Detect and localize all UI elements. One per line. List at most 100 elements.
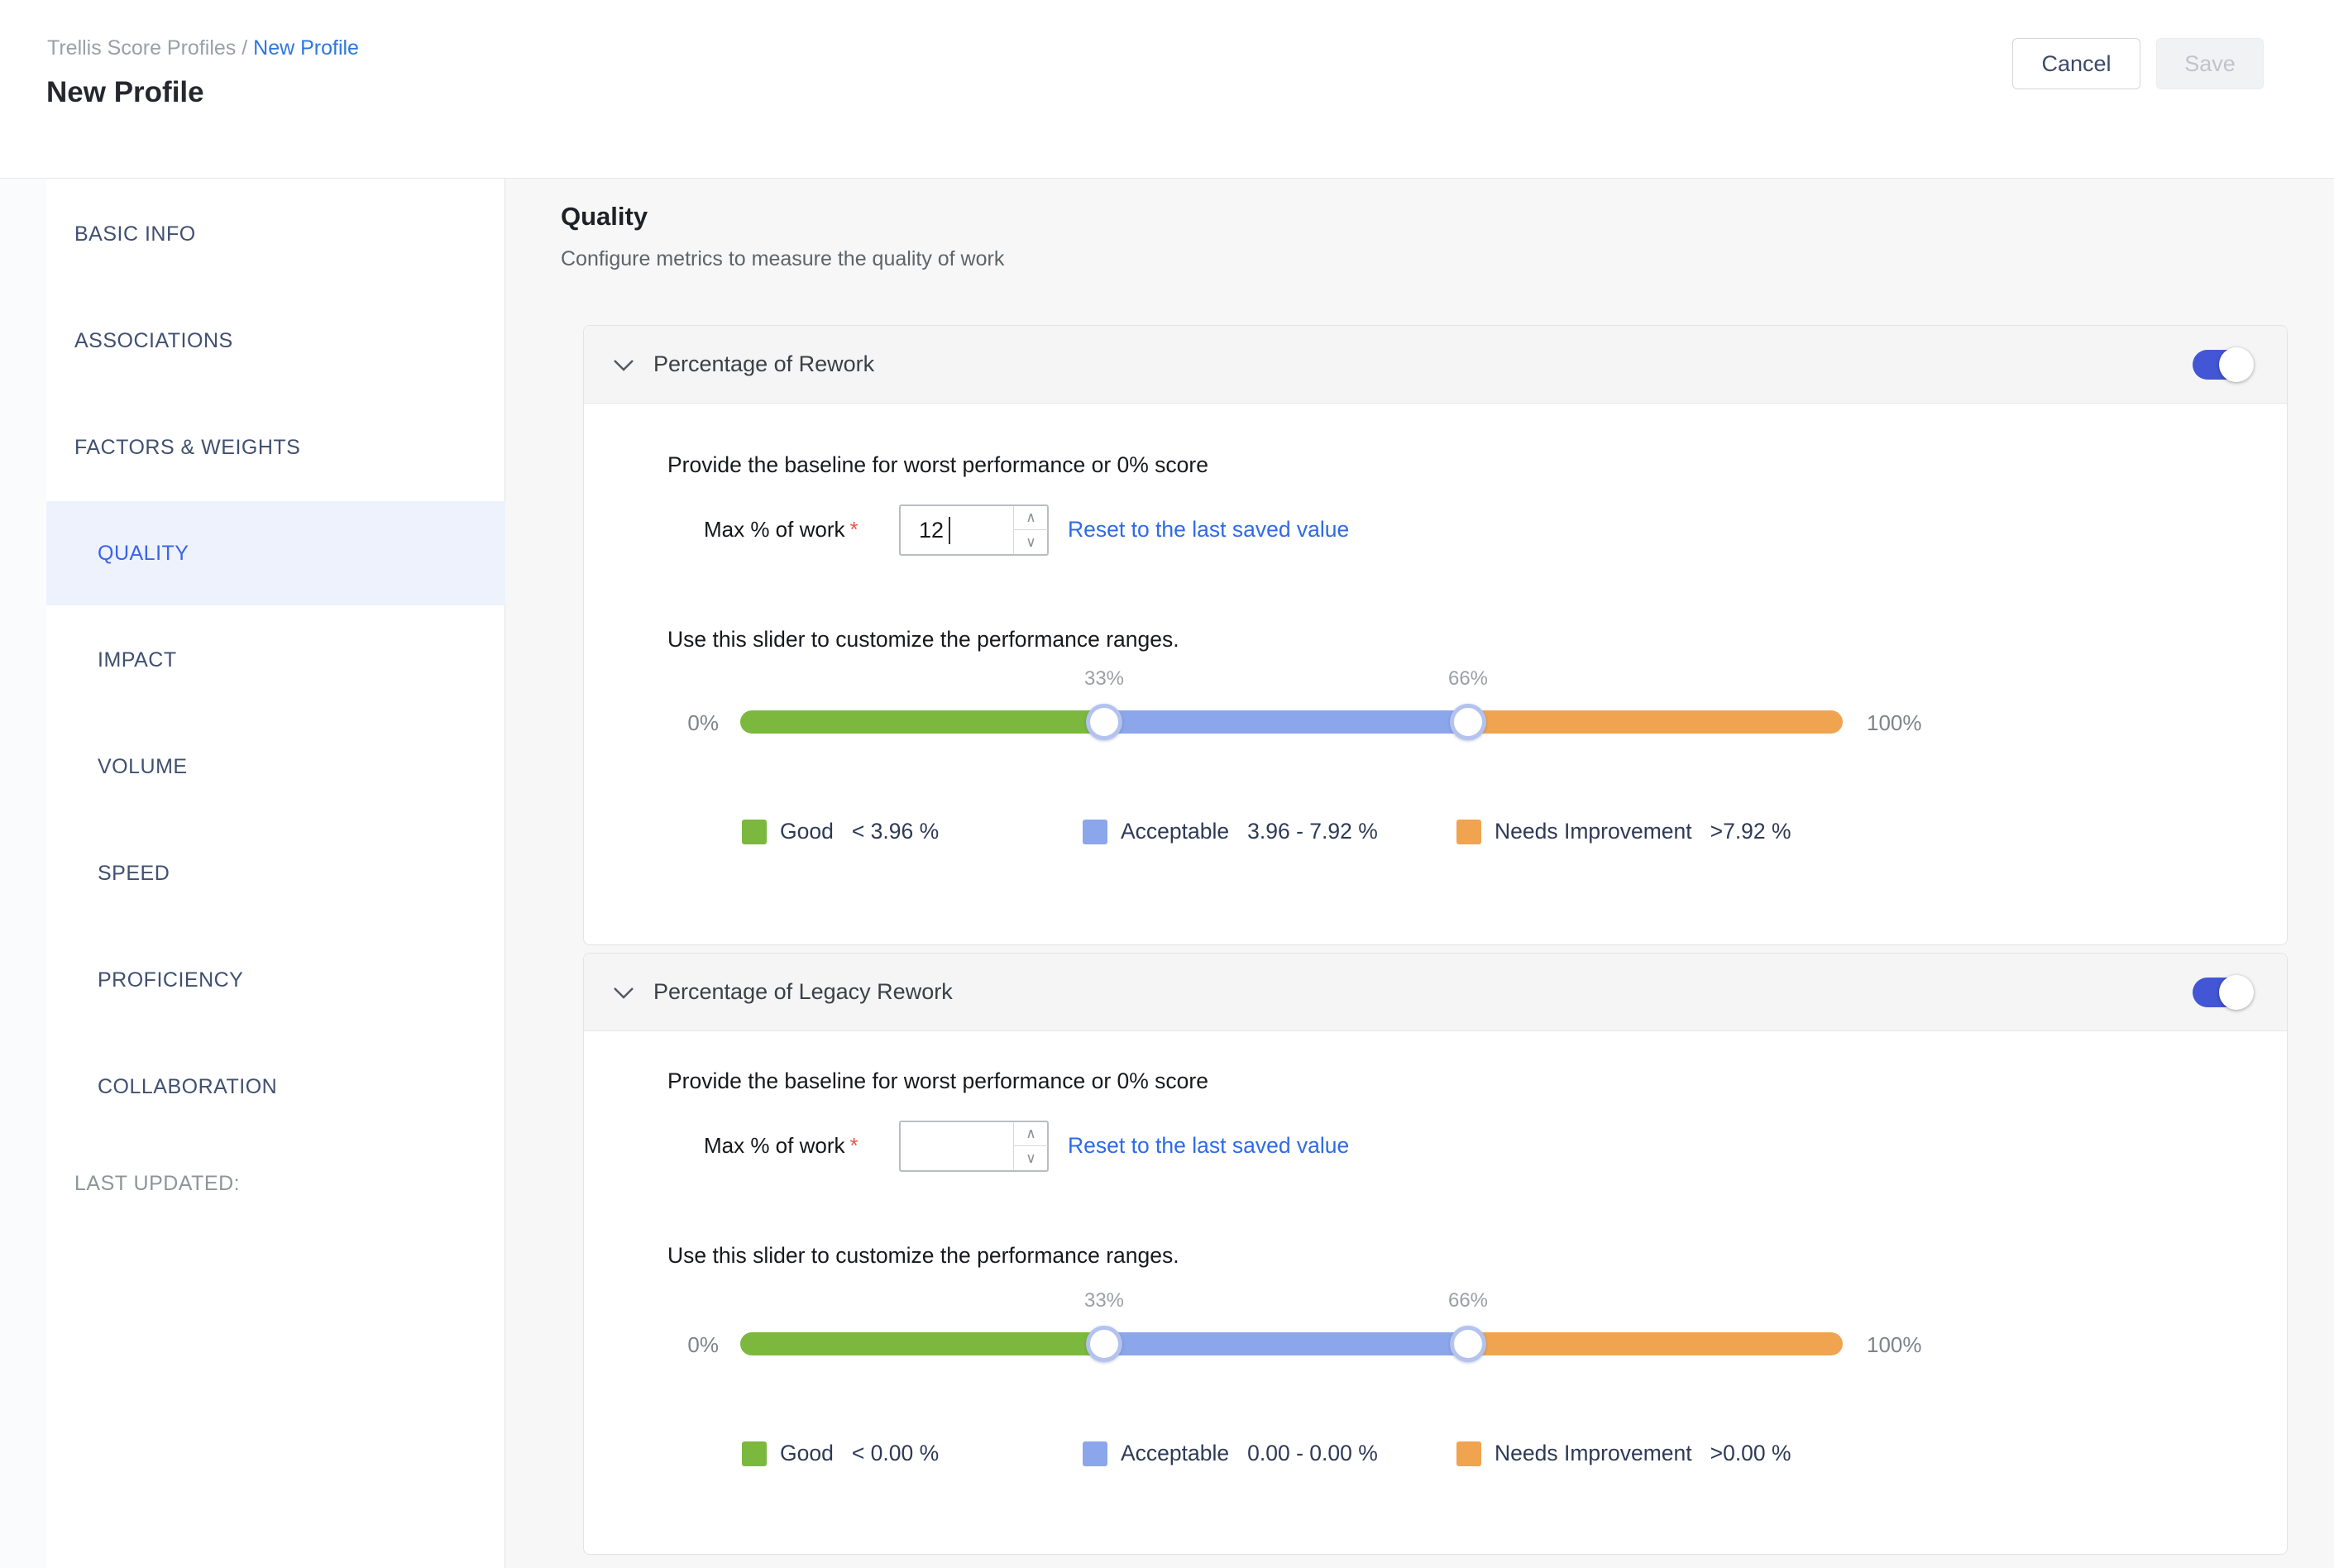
- legend-item-needs-improvement: Needs Improvement >0.00 %: [1456, 1441, 1791, 1466]
- slider-tick-66: 66%: [1418, 667, 1518, 691]
- sidebar-item-speed[interactable]: SPEED: [46, 821, 505, 925]
- slider-segment-good: [740, 710, 1104, 734]
- stepper-down-button[interactable]: ∨: [1014, 530, 1048, 554]
- enabled-toggle[interactable]: [2193, 347, 2254, 383]
- legend-range: 0.00 - 0.00 %: [1247, 1441, 1378, 1466]
- main-title: Quality: [561, 202, 648, 232]
- left-gutter: [0, 179, 46, 1568]
- section-header-legacy-rework[interactable]: Percentage of Legacy Rework: [584, 954, 2287, 1031]
- legend-range: < 0.00 %: [852, 1441, 939, 1466]
- legend-item-good: Good < 0.00 %: [742, 1441, 939, 1466]
- needs-improvement-swatch: [1456, 1441, 1481, 1466]
- breadcrumb-parent: Trellis Score Profiles /: [47, 36, 247, 60]
- slider-min-label: 0%: [673, 710, 719, 736]
- toggle-knob: [2219, 347, 2254, 382]
- top-header: Trellis Score Profiles / New Profile New…: [0, 0, 2334, 179]
- section-card-rework: Percentage of Rework Provide the baselin…: [583, 325, 2288, 945]
- stepper-down-button[interactable]: ∨: [1014, 1146, 1048, 1170]
- stepper-up-button[interactable]: ∧: [1014, 506, 1048, 530]
- slider-caption: Use this slider to customize the perform…: [667, 627, 1179, 653]
- slider-segment-needs-improvement: [1468, 710, 1843, 734]
- sidebar-item-proficiency[interactable]: PROFICIENCY: [46, 928, 505, 1032]
- slider-segment-acceptable: [1104, 710, 1468, 734]
- number-stepper: ∧ ∨: [1013, 1122, 1047, 1170]
- reset-link[interactable]: Reset to the last saved value: [1068, 517, 1349, 543]
- legend-item-acceptable: Acceptable 3.96 - 7.92 %: [1083, 819, 1378, 844]
- legend-name: Needs Improvement: [1495, 1441, 1692, 1466]
- required-asterisk: *: [850, 1133, 859, 1158]
- slider-tick-66: 66%: [1418, 1289, 1518, 1312]
- good-swatch: [742, 1441, 767, 1466]
- slider-handle-1[interactable]: [1086, 1326, 1122, 1362]
- chevron-down-icon[interactable]: [611, 983, 636, 1006]
- slider-caption: Use this slider to customize the perform…: [667, 1243, 1179, 1269]
- page-title: New Profile: [46, 76, 204, 109]
- stepper-up-button[interactable]: ∧: [1014, 1122, 1048, 1146]
- reset-link[interactable]: Reset to the last saved value: [1068, 1133, 1349, 1159]
- slider-track: [740, 710, 1843, 734]
- enabled-toggle[interactable]: [2193, 974, 2254, 1011]
- legend-name: Good: [780, 819, 834, 844]
- breadcrumb: Trellis Score Profiles / New Profile: [47, 36, 359, 60]
- legend-range: >7.92 %: [1710, 819, 1791, 844]
- slider-handle-2[interactable]: [1450, 1326, 1486, 1362]
- slider-track: [740, 1332, 1843, 1355]
- legend-name: Acceptable: [1121, 1441, 1229, 1466]
- legend-range: < 3.96 %: [852, 819, 939, 844]
- section-card-legacy-rework: Percentage of Legacy Rework Provide the …: [583, 953, 2288, 1555]
- max-percent-field: ∧ ∨: [899, 1121, 1049, 1172]
- sidebar-item-quality[interactable]: QUALITY: [46, 501, 505, 605]
- slider-max-label: 100%: [1867, 710, 1922, 736]
- chevron-down-icon[interactable]: [611, 356, 636, 378]
- legend-range: >0.00 %: [1710, 1441, 1791, 1466]
- sidebar-item-associations[interactable]: ASSOCIATIONS: [46, 289, 505, 393]
- baseline-text: Provide the baseline for worst performan…: [667, 1068, 1208, 1094]
- sidebar-item-impact[interactable]: IMPACT: [46, 608, 505, 712]
- slider-min-label: 0%: [673, 1332, 719, 1358]
- legend-item-good: Good < 3.96 %: [742, 819, 939, 844]
- slider-handle-1[interactable]: [1086, 704, 1122, 740]
- acceptable-swatch: [1083, 820, 1107, 844]
- legend-item-acceptable: Acceptable 0.00 - 0.00 %: [1083, 1441, 1378, 1466]
- section-title: Percentage of Legacy Rework: [653, 979, 953, 1005]
- last-updated-label: LAST UPDATED:: [74, 1172, 240, 1196]
- slider-segment-good: [740, 1332, 1104, 1355]
- breadcrumb-link-new-profile[interactable]: New Profile: [253, 36, 359, 60]
- sidebar: BASIC INFO ASSOCIATIONS FACTORS & WEIGHT…: [46, 179, 505, 1568]
- section-header-rework[interactable]: Percentage of Rework: [584, 326, 2287, 404]
- required-asterisk: *: [850, 517, 859, 542]
- field-label-text: Max % of work: [704, 517, 845, 542]
- toggle-knob: [2219, 975, 2254, 1010]
- main-subtitle: Configure metrics to measure the quality…: [561, 247, 1004, 271]
- max-percent-input[interactable]: [901, 506, 1015, 554]
- text-caret: [949, 517, 950, 544]
- good-swatch: [742, 820, 767, 844]
- number-stepper: ∧ ∨: [1013, 506, 1047, 554]
- sidebar-item-volume[interactable]: VOLUME: [46, 715, 505, 819]
- sidebar-item-collaboration[interactable]: COLLABORATION: [46, 1035, 505, 1139]
- sidebar-item-basic-info[interactable]: BASIC INFO: [46, 182, 505, 286]
- field-label: Max % of work*: [704, 1133, 859, 1159]
- legend-range: 3.96 - 7.92 %: [1247, 819, 1378, 844]
- slider-tick-33: 33%: [1055, 667, 1154, 691]
- slider-segment-acceptable: [1104, 1332, 1468, 1355]
- field-label: Max % of work*: [704, 517, 859, 543]
- legend-item-needs-improvement: Needs Improvement >7.92 %: [1456, 819, 1791, 844]
- sidebar-item-factors-weights[interactable]: FACTORS & WEIGHTS: [46, 395, 505, 500]
- legend-name: Acceptable: [1121, 819, 1229, 844]
- slider-handle-2[interactable]: [1450, 704, 1486, 740]
- acceptable-swatch: [1083, 1441, 1107, 1466]
- cancel-button[interactable]: Cancel: [2012, 38, 2140, 89]
- save-button: Save: [2156, 38, 2264, 89]
- field-label-text: Max % of work: [704, 1133, 845, 1158]
- slider-segment-needs-improvement: [1468, 1332, 1843, 1355]
- max-percent-field: ∧ ∨: [899, 504, 1049, 556]
- needs-improvement-swatch: [1456, 820, 1481, 844]
- section-title: Percentage of Rework: [653, 351, 874, 377]
- baseline-text: Provide the baseline for worst performan…: [667, 452, 1208, 478]
- legend-name: Good: [780, 1441, 834, 1466]
- max-percent-input[interactable]: [901, 1122, 1015, 1170]
- slider-max-label: 100%: [1867, 1332, 1922, 1358]
- legend-name: Needs Improvement: [1495, 819, 1692, 844]
- slider-tick-33: 33%: [1055, 1289, 1154, 1312]
